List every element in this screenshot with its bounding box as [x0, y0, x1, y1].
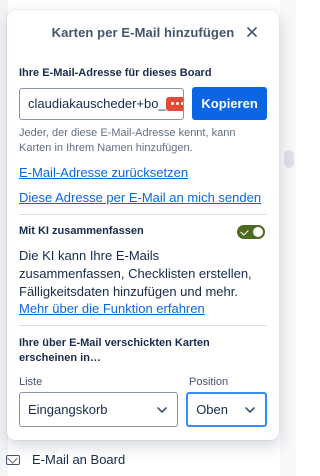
list-select[interactable]: Eingangskorb [19, 392, 179, 427]
email-section-label: Ihre E-Mail-Adresse für dieses Board [19, 67, 212, 79]
email-to-board-menu-item[interactable]: E-Mail an Board [6, 452, 125, 467]
reset-email-link[interactable]: E-Mail-Adresse zurücksetzen [19, 165, 267, 180]
copy-button[interactable]: Kopieren [192, 87, 267, 120]
mail-icon [6, 454, 20, 465]
background-right-panel [280, 0, 296, 476]
list-select-value: Eingangskorb [28, 402, 108, 417]
list-label: Liste [19, 376, 43, 388]
position-select[interactable]: Oben [186, 392, 267, 427]
background-scroll-handle [284, 150, 294, 168]
chevron-down-icon [157, 406, 167, 413]
email-to-board-label: E-Mail an Board [32, 452, 126, 467]
email-to-board-popover: Karten per E-Mail hinzufügen Ihre E-Mail… [7, 10, 279, 440]
more-dots-icon[interactable] [166, 96, 184, 111]
ai-summary-row: Mit KI zusammenfassen [19, 224, 267, 239]
select-labels: Liste Position [19, 376, 267, 388]
popover-header: Karten per E-Mail hinzufügen [19, 10, 267, 54]
ai-summary-toggle[interactable] [237, 224, 265, 239]
ai-summary-label: Mit KI zusammenfassen [19, 225, 144, 237]
popover-title: Karten per E-Mail hinzufügen [51, 24, 235, 40]
close-icon [247, 27, 257, 37]
divider [19, 214, 267, 215]
divider [19, 325, 267, 326]
position-label: Position [189, 376, 229, 388]
ai-description: Die KI kann Ihre E-Mails zusammenfassen,… [19, 248, 252, 299]
destination-section-label: Ihre über E-Mail verschickten Karten ers… [19, 337, 210, 364]
email-help-text: Jeder, der diese E-Mail-Adresse kennt, k… [19, 127, 236, 154]
email-row: claudiakauscheder+bo_a Kopieren [19, 87, 267, 120]
send-email-link[interactable]: Diese Adresse per E-Mail an mich senden [19, 190, 267, 205]
check-icon [240, 226, 249, 236]
learn-more-link[interactable]: Mehr über die Funktion erfahren [19, 301, 267, 316]
select-row: Eingangskorb Oben [19, 392, 267, 427]
board-email-field[interactable]: claudiakauscheder+bo_a [19, 87, 185, 120]
chevron-down-icon [245, 406, 255, 413]
board-email-value: claudiakauscheder+bo_a [28, 96, 173, 111]
toggle-knob [253, 226, 263, 237]
position-select-value: Oben [196, 402, 228, 417]
close-button[interactable] [241, 21, 263, 43]
